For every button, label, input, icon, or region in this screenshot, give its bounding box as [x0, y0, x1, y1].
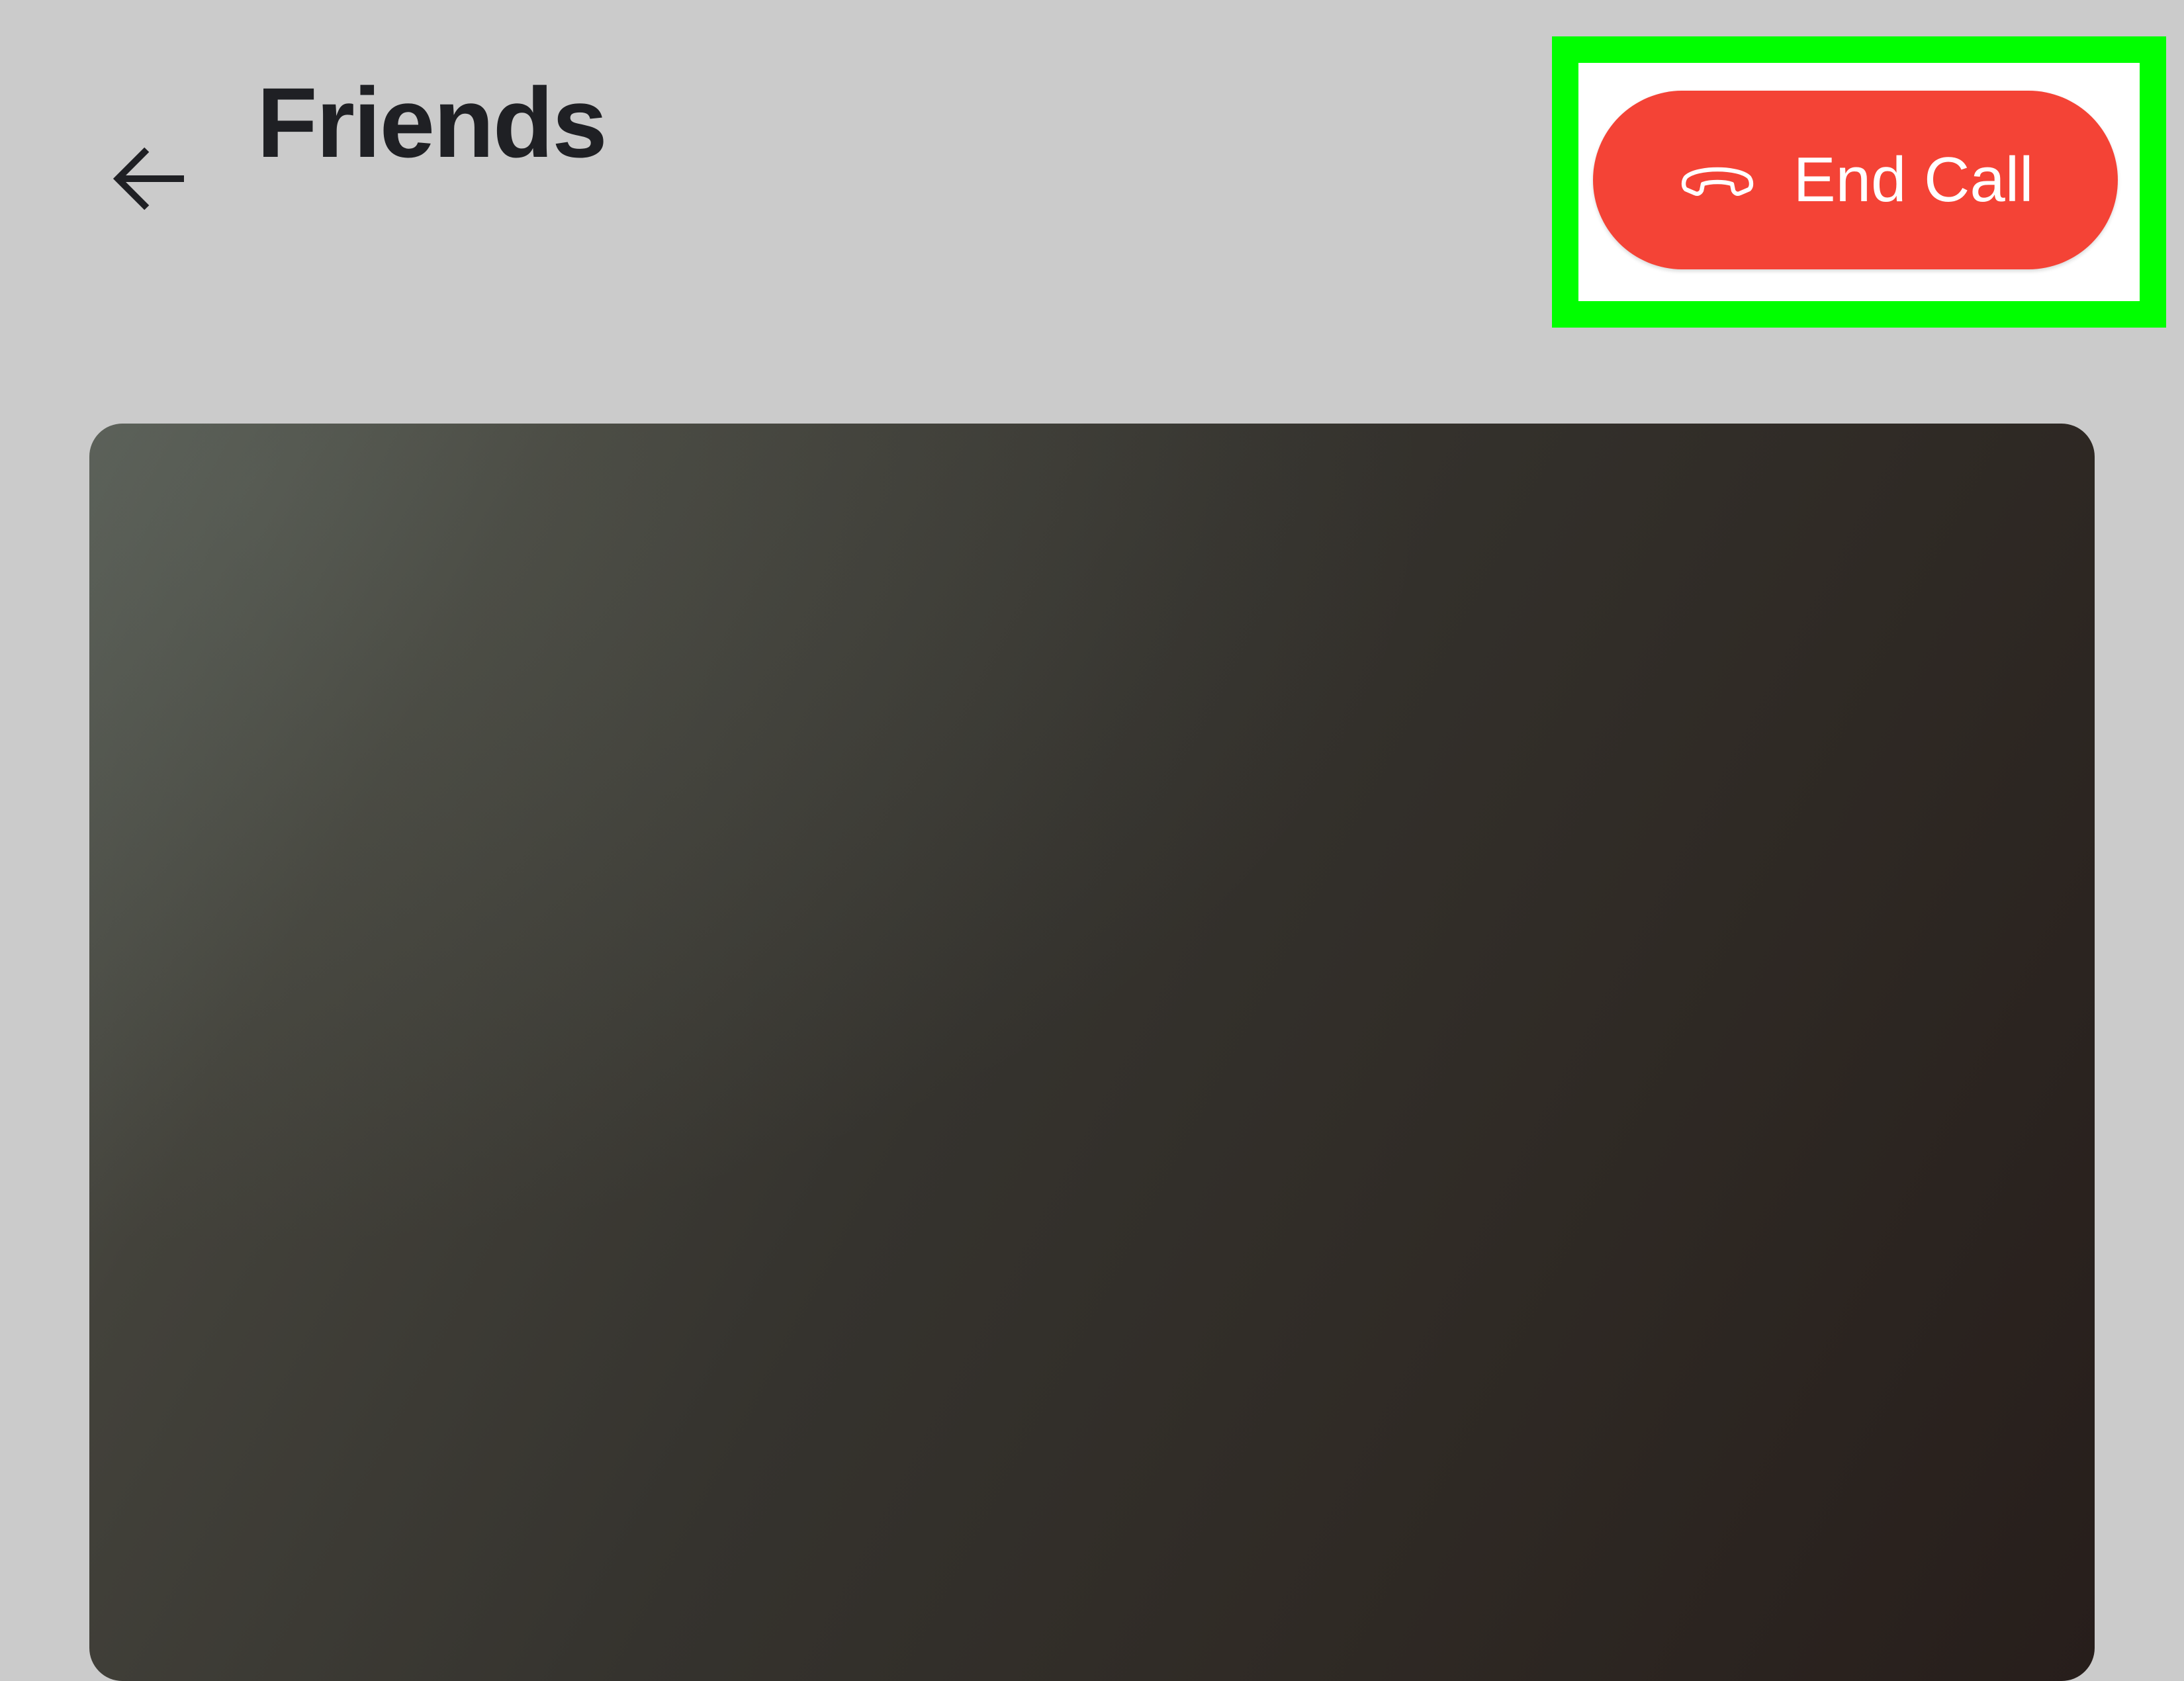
video-feed: [89, 424, 2095, 1681]
arrow-left-icon: [113, 147, 184, 210]
back-button[interactable]: [98, 126, 204, 232]
end-call-label: End Call: [1793, 144, 2034, 215]
end-call-button[interactable]: End Call: [1593, 91, 2118, 269]
video-vignette: [89, 424, 2095, 1681]
phone-hangup-icon: [1678, 157, 1757, 203]
page-title: Friends: [257, 67, 608, 178]
